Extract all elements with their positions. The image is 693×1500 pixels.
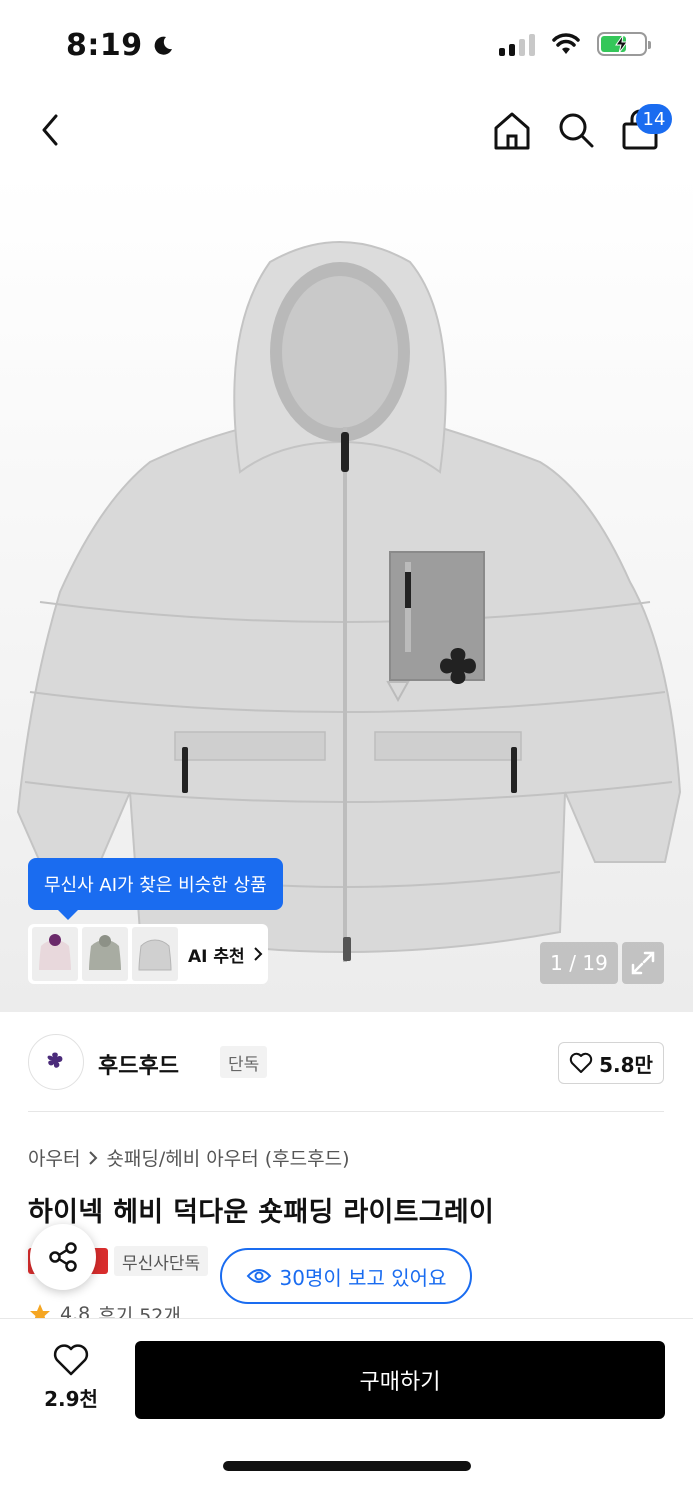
recommendation-thumbnail[interactable] <box>32 927 78 981</box>
chevron-right-icon <box>253 947 263 961</box>
breadcrumb-item[interactable]: 숏패딩/헤비 아우터 (후드후드) <box>106 1144 349 1171</box>
brand-like-button[interactable]: 5.8만 <box>558 1042 664 1084</box>
breadcrumb-item[interactable]: 아우터 <box>28 1144 80 1171</box>
product-image-gallery[interactable]: 무신사 AI가 찾은 비슷한 상품 AI 추천 1 / 19 <box>0 172 693 1012</box>
viewers-text: 30명이 보고 있어요 <box>279 1265 447 1290</box>
brand-exclusive-tag: 단독 <box>220 1046 268 1078</box>
brand-like-count: 5.8만 <box>599 1052 653 1077</box>
home-indicator <box>223 1461 471 1471</box>
battery-charging-icon <box>597 32 651 56</box>
breadcrumb: 아우터 숏패딩/헤비 아우터 (후드후드) <box>28 1144 350 1171</box>
wishlist-button[interactable]: 2.9천 <box>30 1343 112 1423</box>
share-button[interactable] <box>30 1224 96 1290</box>
heart-icon <box>53 1344 89 1376</box>
top-navigation <box>0 92 693 172</box>
home-button[interactable] <box>490 106 534 154</box>
cart-count-badge: 14 <box>636 104 672 134</box>
recommendation-thumbnail[interactable] <box>82 927 128 981</box>
viewers-indicator: 30명이 보고 있어요 <box>220 1248 472 1304</box>
home-icon <box>494 112 530 150</box>
search-button[interactable] <box>554 106 598 154</box>
brand-logo[interactable] <box>28 1034 84 1090</box>
product-title: 하이넥 헤비 덕다운 숏패딩 라이트그레이 <box>28 1197 495 1228</box>
chevron-right-icon <box>89 1150 98 1165</box>
status-bar: 8:19 <box>0 0 693 92</box>
ai-recommendation-link[interactable]: AI 추천 <box>188 942 263 967</box>
back-button[interactable] <box>30 106 70 154</box>
ai-reco-label: AI 추천 <box>188 946 245 967</box>
jacket-thumbnail-pink <box>39 934 71 970</box>
jacket-thumbnail-khaki <box>89 935 121 970</box>
eye-icon <box>246 1269 271 1283</box>
share-icon <box>49 1242 77 1272</box>
time-text: 8:19 <box>66 28 143 63</box>
search-icon <box>559 113 594 148</box>
ai-recommendation-strip[interactable]: AI 추천 <box>28 924 268 984</box>
status-time: 8:19 <box>66 28 175 63</box>
recommendation-thumbnail[interactable] <box>132 927 178 981</box>
ai-similar-tooltip[interactable]: 무신사 AI가 찾은 비슷한 상품 <box>28 858 283 920</box>
brand-row: 후드후드 단독 5.8만 <box>28 1032 664 1112</box>
bottom-action-bar: 2.9천 구매하기 <box>0 1318 693 1500</box>
chevron-left-icon <box>42 114 58 146</box>
expand-image-button[interactable] <box>622 942 664 984</box>
status-icons <box>499 32 651 56</box>
buy-button[interactable]: 구매하기 <box>135 1341 665 1419</box>
wifi-icon <box>552 33 580 54</box>
brand-name[interactable]: 후드후드 <box>98 1048 179 1080</box>
moon-icon <box>154 36 172 55</box>
heart-icon <box>569 1052 593 1073</box>
image-page-counter: 1 / 19 <box>540 942 618 984</box>
brand-logo-mark <box>47 1052 63 1068</box>
exclusive-badge: 무신사단독 <box>114 1246 209 1276</box>
jacket-thumbnail-grey <box>138 939 172 971</box>
wishlist-count: 2.9천 <box>44 1387 98 1411</box>
signal-icon <box>499 32 535 56</box>
expand-icon <box>631 951 655 975</box>
